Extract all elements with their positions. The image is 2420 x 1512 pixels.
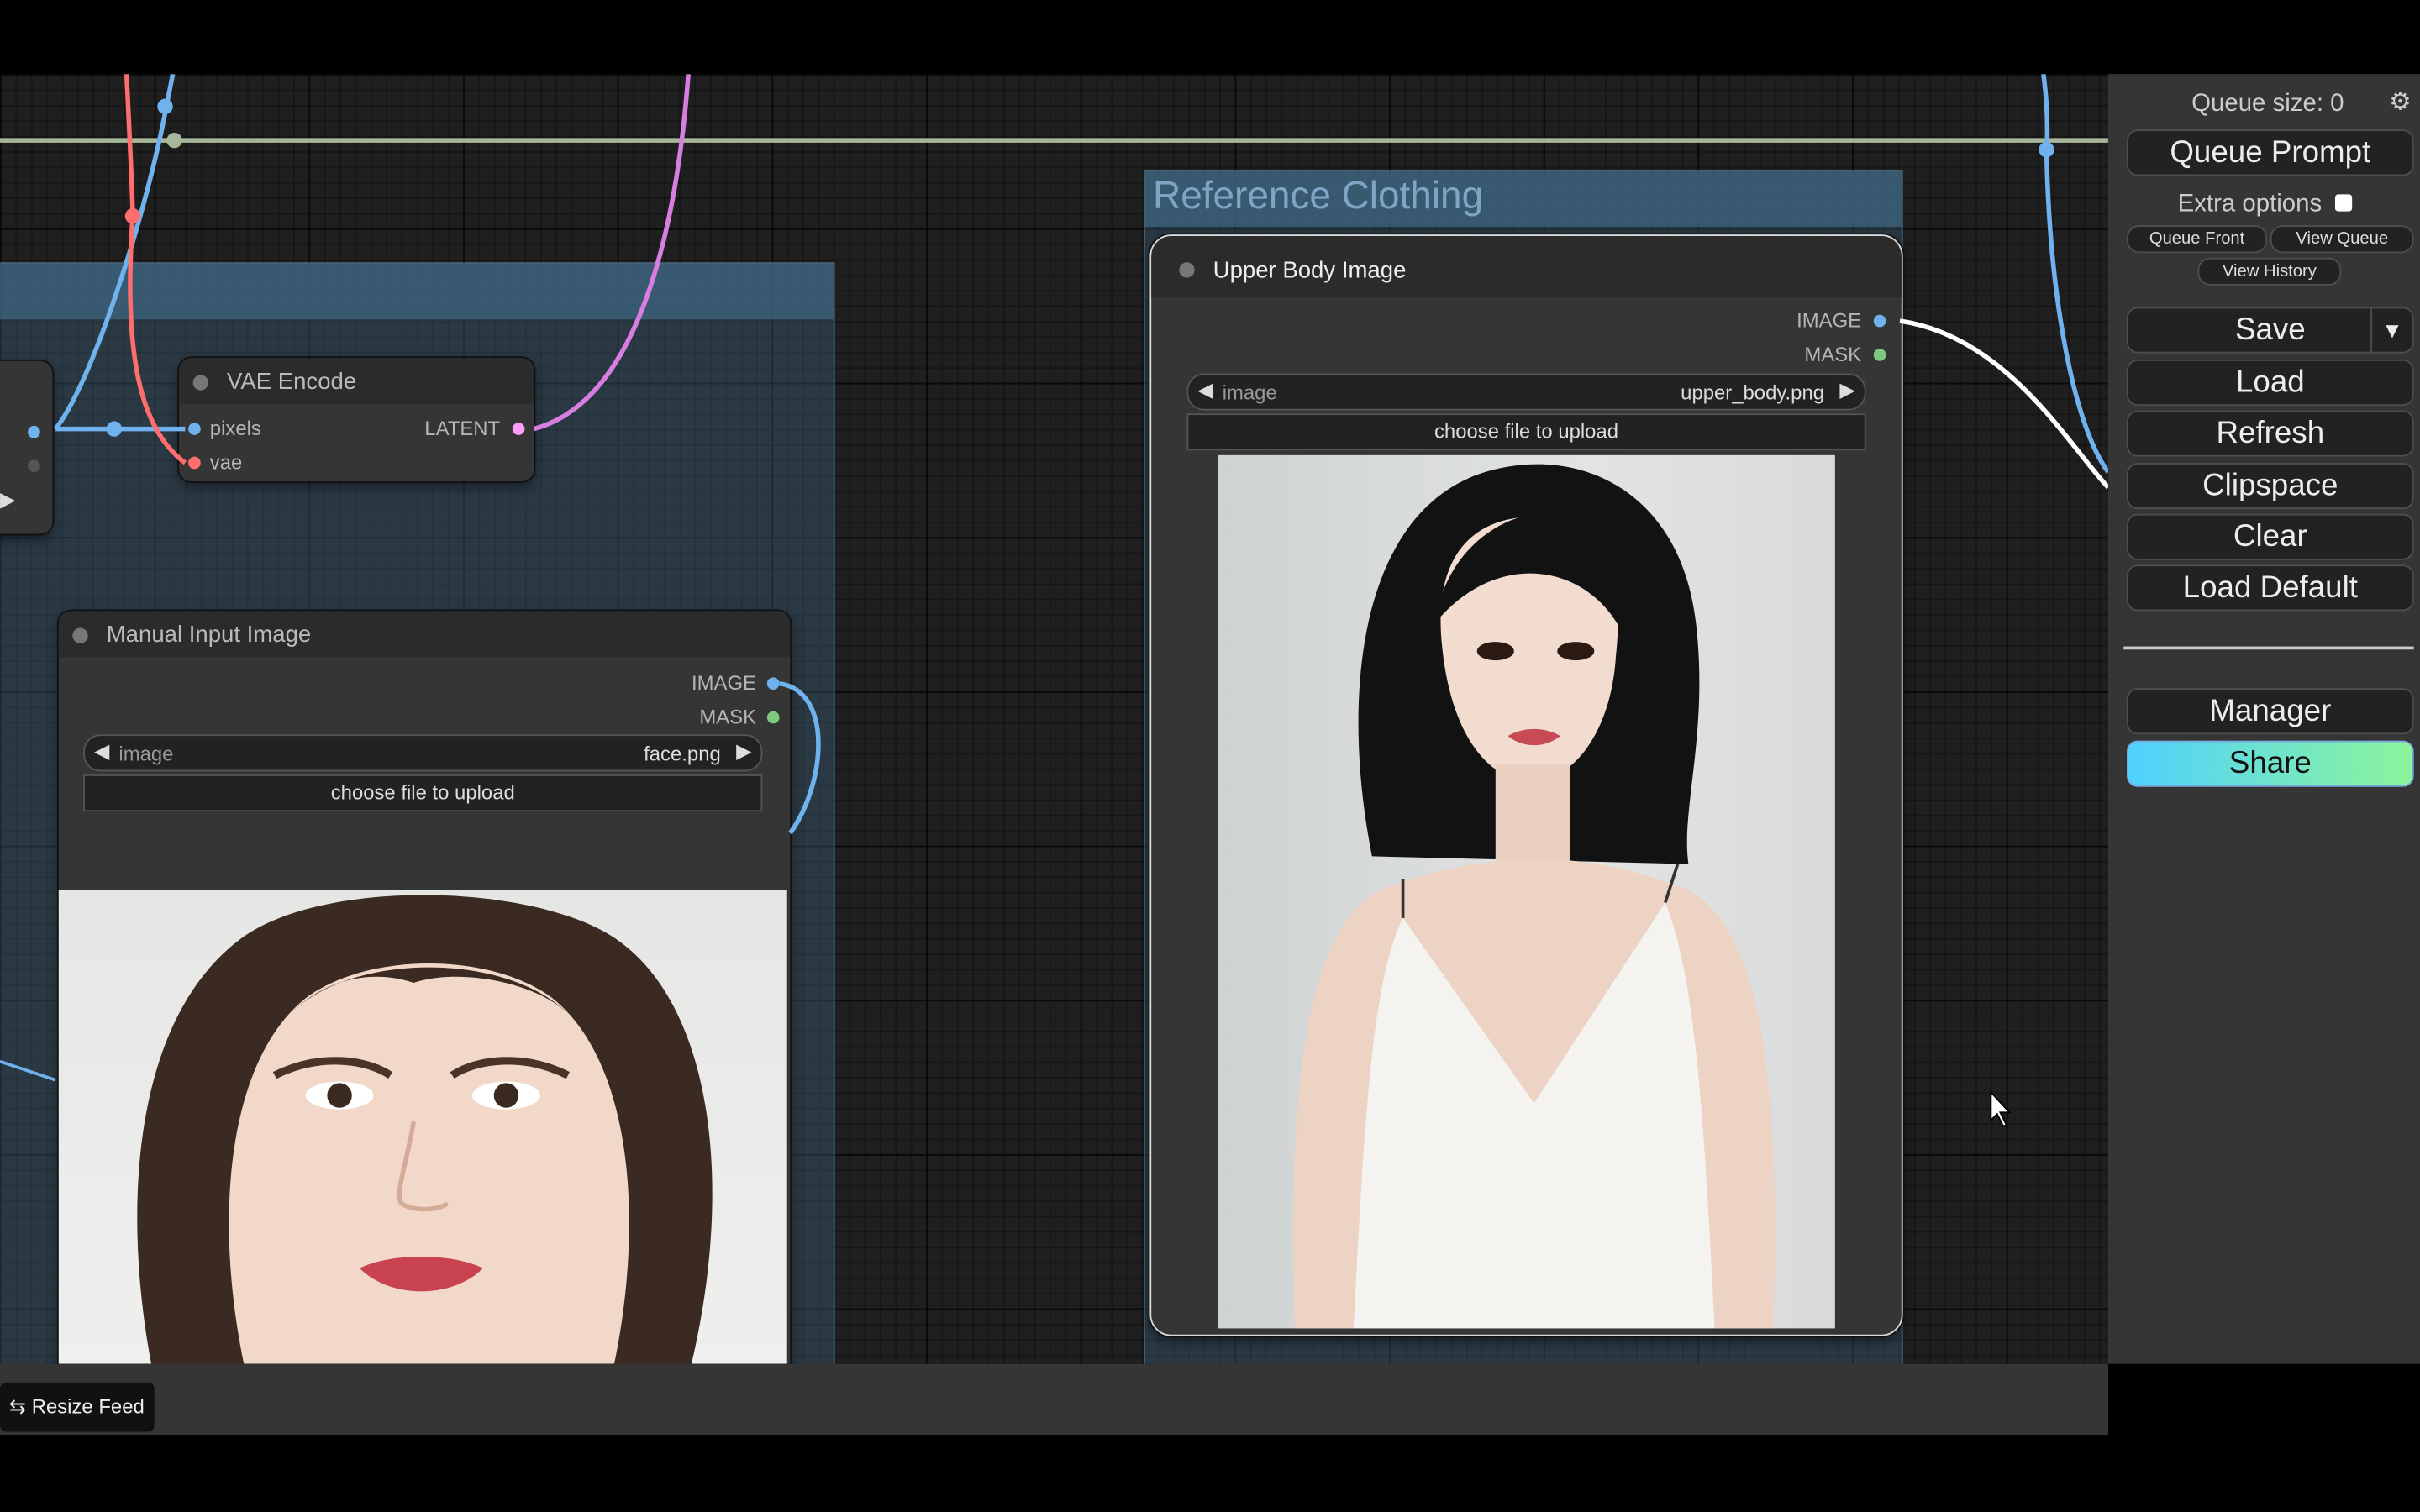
save-button[interactable]: Save ▼ [2127, 307, 2414, 354]
panel-divider [2123, 646, 2414, 650]
mouse-cursor-icon [1990, 1090, 2012, 1128]
letterbox-bottom [0, 1435, 2420, 1512]
extra-options-checkbox[interactable] [2334, 194, 2353, 212]
reroute-dot[interactable] [2039, 141, 2054, 158]
control-panel: Queue size: 0 ⚙ Queue Prompt Extra optio… [2107, 74, 2420, 1364]
reroute-dot[interactable] [166, 132, 182, 149]
resize-feed-button[interactable]: ⇆ Resize Feed [0, 1382, 154, 1432]
reroute-dot[interactable] [124, 207, 141, 224]
reroute-dot[interactable] [157, 98, 173, 114]
save-label: Save [2234, 312, 2306, 348]
manager-button[interactable]: Manager [2127, 688, 2414, 735]
view-history-button[interactable]: View History [2197, 257, 2342, 286]
wire-right-blue[interactable] [2041, 74, 2108, 474]
wire-manual-image[interactable] [779, 680, 821, 835]
queue-front-button[interactable]: Queue Front [2127, 225, 2268, 254]
queue-size-label: Queue size: 0 [2191, 91, 2344, 118]
share-button[interactable]: Share [2127, 740, 2414, 787]
wires-layer [0, 74, 2108, 1128]
letterbox-top [0, 0, 2420, 75]
wire-latent-pink[interactable] [533, 74, 691, 432]
resize-icon: ⇆ [9, 1394, 27, 1418]
clear-button[interactable]: Clear [2127, 513, 2414, 560]
load-default-button[interactable]: Load Default [2127, 564, 2414, 612]
view-queue-button[interactable]: View Queue [2270, 225, 2414, 254]
save-dropdown-icon[interactable]: ▼ [2370, 308, 2412, 352]
load-button[interactable]: Load [2127, 359, 2414, 407]
wire-image-blue[interactable] [53, 74, 176, 431]
clipspace-button[interactable]: Clipspace [2127, 463, 2414, 510]
reroute-dot[interactable] [106, 421, 123, 437]
wire-vae-red[interactable] [124, 74, 187, 465]
feed-bar: ⇆ Resize Feed [0, 1363, 2108, 1436]
resize-feed-label: Resize Feed [31, 1394, 145, 1418]
node-graph-canvas[interactable]: Reference Clothing SE clip ▶ VAE Encode … [0, 74, 2108, 1364]
queue-prompt-button[interactable]: Queue Prompt [2127, 129, 2414, 176]
refresh-button[interactable]: Refresh [2127, 410, 2414, 457]
extra-options-label: Extra options [2177, 191, 2323, 218]
gear-icon[interactable]: ⚙ [2389, 87, 2411, 118]
wire-left-edge[interactable] [0, 1059, 56, 1082]
